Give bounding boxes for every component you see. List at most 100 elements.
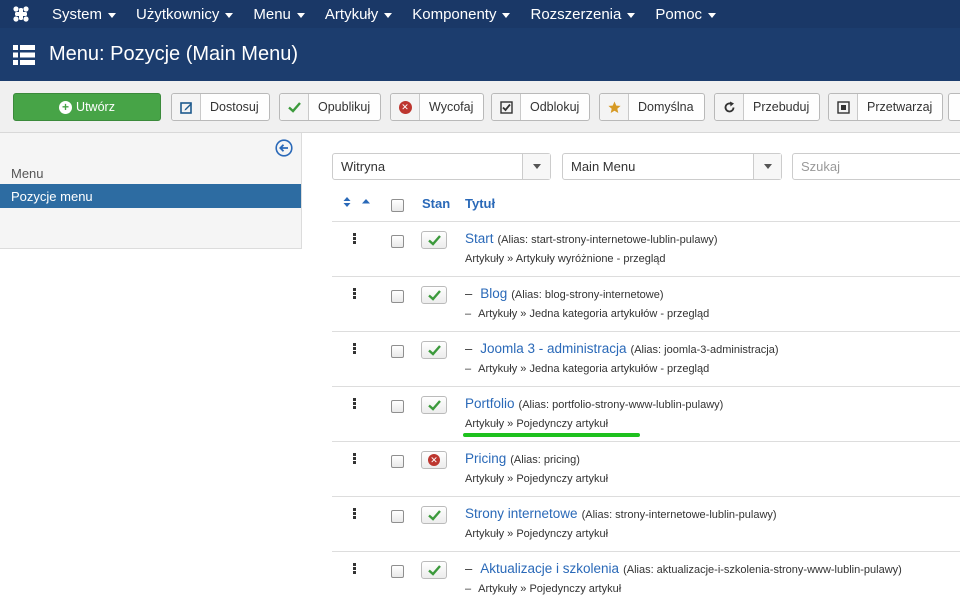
row-checkbox[interactable] (391, 290, 404, 303)
batch-button-label: Przetwarzaj (867, 100, 933, 114)
table-row: – Blog (Alias: blog-strony-internetowe) – A… (332, 277, 960, 332)
drag-handle-icon[interactable] (353, 233, 357, 245)
dropdown-arrow-icon (753, 154, 781, 179)
checkin-icon (492, 94, 521, 120)
nav-menu[interactable]: Menu (243, 0, 315, 28)
nav-extensions[interactable]: Rozszerzenia (520, 0, 645, 28)
rebuild-button-label: Przebuduj (753, 100, 810, 114)
unpublished-toggle[interactable]: ✕ (421, 451, 447, 469)
client-select-value: Witryna (341, 159, 386, 174)
search-placeholder: Szukaj (801, 159, 841, 174)
check-icon (280, 94, 309, 120)
caret-down-icon (384, 12, 393, 18)
item-title-link[interactable]: Pricing (465, 451, 506, 466)
nav-articles[interactable]: Artykuły (315, 0, 402, 28)
item-alias: (Alias: portfolio-strony-www-lublin-pula… (518, 399, 724, 411)
edit-button-label: Dostosuj (210, 100, 259, 114)
item-title-link[interactable]: Joomla 3 - administracja (480, 341, 626, 356)
default-button-label: Domyślna (638, 100, 694, 114)
joomla-logo-icon[interactable] (0, 0, 42, 28)
drag-handle-icon[interactable] (353, 398, 357, 410)
row-checkbox[interactable] (391, 400, 404, 413)
item-title-link[interactable]: Blog (480, 286, 507, 301)
highlight-underline (463, 433, 640, 437)
unpublish-icon: ✕ (391, 94, 420, 120)
nav-users[interactable]: Użytkownicy (126, 0, 243, 28)
caret-down-icon (708, 12, 717, 18)
item-title-link[interactable]: Strony internetowe (465, 506, 578, 521)
published-toggle[interactable] (421, 341, 447, 359)
menu-select[interactable]: Main Menu (562, 153, 782, 180)
table-row: – Joomla 3 - administracja (Alias: joomla-… (332, 332, 960, 387)
client-select[interactable]: Witryna (332, 153, 551, 180)
item-alias: (Alias: blog-strony-internetowe) (511, 289, 664, 301)
nav-label: Artykuły (324, 5, 379, 23)
item-title-link[interactable]: Aktualizacje i szkolenia (480, 561, 619, 576)
published-toggle[interactable] (421, 286, 447, 304)
plus-icon: + (59, 100, 73, 114)
published-toggle[interactable] (421, 506, 447, 524)
batch-button[interactable]: Przetwarzaj (828, 93, 944, 121)
edit-icon (172, 94, 201, 120)
toolbar: + Utwórz Dostosuj Opublikuj ✕ Wycofaj Od… (0, 81, 960, 133)
select-all-checkbox[interactable] (391, 199, 404, 212)
toolbar-overflow-button[interactable] (948, 93, 960, 121)
checkin-button[interactable]: Odblokuj (491, 93, 591, 121)
item-title-link[interactable]: Start (465, 231, 494, 246)
row-checkbox[interactable] (391, 235, 404, 248)
collapse-sidebar-icon[interactable] (275, 139, 293, 157)
rebuild-button[interactable]: Przebuduj (714, 93, 821, 121)
nav-label: Menu (253, 5, 291, 23)
item-alias: (Alias: aktualizacje-i-szkolenia-strony-… (623, 564, 902, 576)
drag-handle-icon[interactable] (353, 288, 357, 300)
nav-system[interactable]: System (42, 0, 126, 28)
published-toggle[interactable] (421, 561, 447, 579)
row-checkbox[interactable] (391, 510, 404, 523)
create-button[interactable]: + Utwórz (13, 93, 161, 121)
page-header: Menu: Pozycje (Main Menu) (0, 28, 960, 81)
published-toggle[interactable] (421, 396, 447, 414)
level-indicator: – (465, 363, 472, 375)
published-toggle[interactable] (421, 231, 447, 249)
sidebar-section-menu[interactable]: Menu (11, 166, 44, 181)
check-icon (427, 400, 441, 411)
drag-handle-icon[interactable] (353, 453, 357, 465)
publish-button-label: Opublikuj (318, 100, 371, 114)
item-type: Artykuły » Pojedynczy artykuł (465, 473, 609, 485)
item-type: Artykuły » Jedna kategoria artykułów - p… (478, 308, 710, 320)
edit-button[interactable]: Dostosuj (171, 93, 270, 121)
drag-handle-icon[interactable] (353, 563, 357, 575)
menu-select-value: Main Menu (571, 159, 636, 174)
nav-label: Pomoc (655, 5, 703, 23)
item-type: Artykuły » Pojedynczy artykuł (478, 583, 622, 595)
level-indicator: – (465, 341, 473, 356)
nav-help[interactable]: Pomoc (645, 0, 726, 28)
item-title-link[interactable]: Portfolio (465, 396, 515, 411)
unpublish-button[interactable]: ✕ Wycofaj (390, 93, 485, 121)
nav-label: Użytkownicy (136, 5, 220, 23)
level-indicator: – (465, 561, 473, 576)
page-title: Menu: Pozycje (Main Menu) (49, 43, 298, 65)
nav-components[interactable]: Komponenty (402, 0, 520, 28)
check-icon (427, 290, 441, 301)
unpublish-icon: ✕ (428, 454, 440, 466)
drag-handle-icon[interactable] (353, 508, 357, 520)
row-checkbox[interactable] (391, 455, 404, 468)
create-button-label: Utwórz (76, 100, 115, 114)
item-type: Artykuły » Pojedynczy artykuł (465, 528, 609, 540)
check-icon (427, 510, 441, 521)
column-header-state[interactable]: Stan (422, 196, 450, 211)
table-row: – Aktualizacje i szkolenia (Alias: aktuali… (332, 552, 960, 600)
table-row: Start (Alias: start-strony-internetowe-lu… (332, 222, 960, 277)
sidebar-item-menu-items[interactable]: Pozycje menu (0, 184, 301, 208)
row-checkbox[interactable] (391, 345, 404, 358)
list-icon (13, 44, 35, 65)
dropdown-arrow-icon (522, 154, 550, 179)
column-header-title[interactable]: Tytuł (465, 196, 495, 211)
default-button[interactable]: Domyślna (599, 93, 705, 121)
publish-button[interactable]: Opublikuj (279, 93, 382, 121)
drag-handle-icon[interactable] (353, 343, 357, 355)
search-input[interactable]: Szukaj (792, 153, 960, 180)
ordering-sort-icon[interactable] (343, 196, 371, 208)
row-checkbox[interactable] (391, 565, 404, 578)
